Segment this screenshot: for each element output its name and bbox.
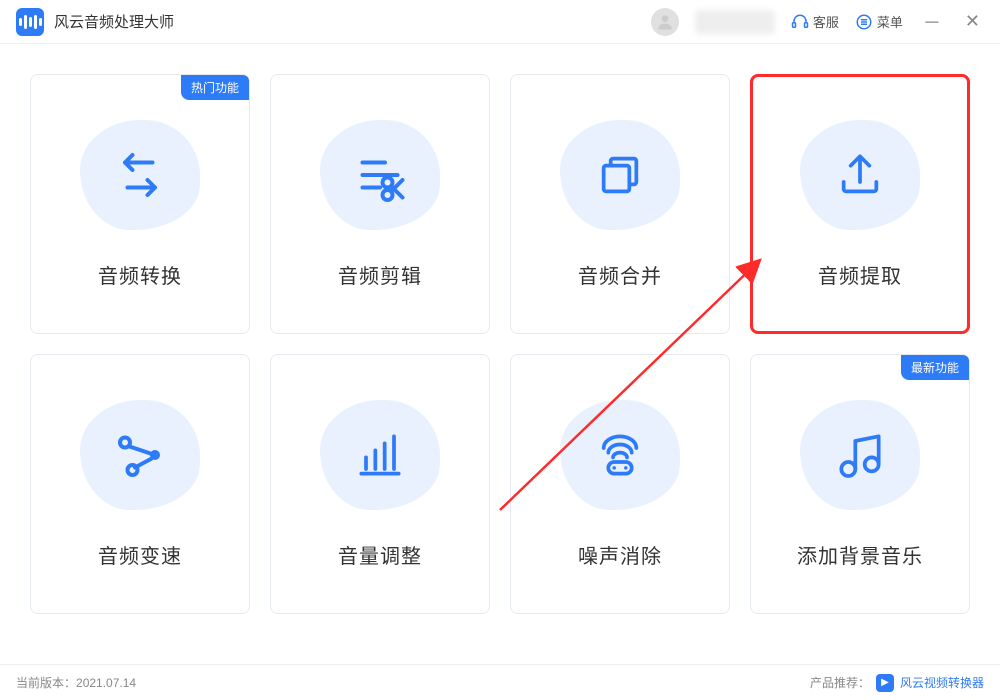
feature-card-bgm[interactable]: 最新功能 添加背景音乐 — [750, 354, 970, 614]
user-name-blur — [695, 10, 775, 34]
cut-icon — [320, 120, 440, 230]
extract-icon — [800, 120, 920, 230]
menu-label: 菜单 — [877, 12, 903, 31]
hot-badge: 热门功能 — [181, 75, 249, 100]
feature-card-merge[interactable]: 音频合并 — [510, 74, 730, 334]
headset-icon — [791, 13, 809, 31]
footer-bar: 当前版本：2021.07.14 产品推荐： ▶ 风云视频转换器 — [0, 664, 1000, 700]
feature-card-volume[interactable]: 音量调整 — [270, 354, 490, 614]
version-label: 当前版本： — [16, 676, 76, 690]
version-value: 2021.07.14 — [76, 676, 136, 690]
user-avatar-icon[interactable] — [651, 8, 679, 36]
recommend-product[interactable]: 风云视频转换器 — [900, 674, 984, 691]
feature-card-convert[interactable]: 热门功能 音频转换 — [30, 74, 250, 334]
app-logo-icon — [16, 8, 44, 36]
titlebar: 风云音频处理大师 客服 菜单 － ✕ — [0, 0, 1000, 44]
minimize-button[interactable]: － — [919, 9, 945, 35]
feature-label: 音量调整 — [338, 540, 422, 569]
feature-label: 音频提取 — [818, 260, 902, 289]
feature-label: 音频剪辑 — [338, 260, 422, 289]
new-badge: 最新功能 — [901, 355, 969, 380]
feature-label: 添加背景音乐 — [797, 540, 923, 569]
feature-card-speed[interactable]: 音频变速 — [30, 354, 250, 614]
recommend-logo-icon: ▶ — [876, 674, 894, 692]
menu-button[interactable]: 菜单 — [855, 12, 903, 31]
convert-icon — [80, 120, 200, 230]
app-title: 风云音频处理大师 — [54, 11, 651, 32]
speed-icon — [80, 400, 200, 510]
close-button[interactable]: ✕ — [961, 11, 984, 32]
recommend-label: 产品推荐： — [810, 674, 870, 691]
menu-icon — [855, 13, 873, 31]
feature-label: 音频转换 — [98, 260, 182, 289]
feature-label: 音频合并 — [578, 260, 662, 289]
merge-icon — [560, 120, 680, 230]
customer-service-label: 客服 — [813, 12, 839, 31]
feature-card-denoise[interactable]: 噪声消除 — [510, 354, 730, 614]
volume-icon — [320, 400, 440, 510]
customer-service-button[interactable]: 客服 — [791, 12, 839, 31]
feature-label: 音频变速 — [98, 540, 182, 569]
music-icon — [800, 400, 920, 510]
feature-card-cut[interactable]: 音频剪辑 — [270, 74, 490, 334]
feature-card-extract[interactable]: 音频提取 — [750, 74, 970, 334]
denoise-icon — [560, 400, 680, 510]
feature-label: 噪声消除 — [578, 540, 662, 569]
